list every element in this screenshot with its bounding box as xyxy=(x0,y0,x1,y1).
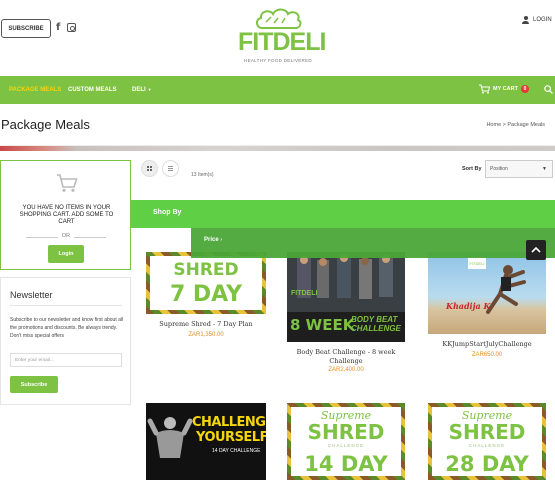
header-login-link[interactable]: LOGIN xyxy=(522,16,552,24)
shop-by-label: Shop By xyxy=(153,209,182,216)
image-text: SHRED xyxy=(307,420,385,444)
top-header: SUBSCRIBE f FITDELI HEALTHY FOOD DELIVER… xyxy=(0,0,555,76)
image-text: YOURSELF. xyxy=(196,430,266,445)
newsletter-title: Newsletter xyxy=(10,290,53,300)
grid-view-button[interactable] xyxy=(141,160,158,177)
or-divider: OR xyxy=(26,233,106,241)
svg-text:FITDELI: FITDELI xyxy=(470,261,485,266)
chevron-up-icon xyxy=(531,246,541,253)
product-image-kk-jumpstart[interactable]: FITDELI Khadija K xyxy=(428,252,546,334)
cart-label: MY CART xyxy=(493,86,518,92)
product-image-supreme-shred-14-day[interactable]: Supreme SHRED CHALLENGE 14 DAY xyxy=(287,403,405,480)
sort-by-select[interactable]: Position ▼ xyxy=(485,160,553,178)
collapse-shop-by-button[interactable] xyxy=(526,240,546,260)
nav-custom-meals[interactable]: CUSTOM MEALS xyxy=(68,87,117,93)
newsletter-subscribe-button[interactable]: Subscribe xyxy=(10,376,58,393)
cart-empty-message: YOU HAVE NO ITEMS IN YOUR SHOPPING CART.… xyxy=(19,205,114,225)
instagram-icon[interactable] xyxy=(67,23,76,32)
sidebar-login-button[interactable]: Login xyxy=(48,245,84,263)
image-text: 8 WEEK xyxy=(290,316,355,334)
image-text: 14 DAY CHALLENGE xyxy=(212,448,261,454)
image-text: CHALLENGE xyxy=(192,415,266,430)
page-title: Package Meals xyxy=(1,117,90,132)
image-text: Khadija K xyxy=(446,301,491,311)
image-text: 7 DAY xyxy=(169,282,243,307)
sidebar-cart-box: YOU HAVE NO ITEMS IN YOUR SHOPPING CART.… xyxy=(0,160,131,270)
newsletter-box: Newsletter Subscribe to our newsletter a… xyxy=(0,277,131,405)
subscribe-button[interactable]: SUBSCRIBE xyxy=(1,19,51,38)
banner-strip xyxy=(0,146,555,151)
shopping-cart-icon xyxy=(57,174,78,192)
user-icon xyxy=(522,16,529,24)
image-text: SHRED xyxy=(448,420,526,444)
header-login-label: LOGIN xyxy=(533,17,552,23)
newsletter-description: Subscribe to our newsletter and know fir… xyxy=(10,317,124,339)
list-icon xyxy=(168,166,173,171)
sort-selected-value: Position xyxy=(490,166,508,172)
sort-by-label: Sort By xyxy=(462,166,482,172)
list-view-button[interactable] xyxy=(162,160,179,177)
shop-by-panel[interactable] xyxy=(131,200,555,228)
product-name[interactable]: Body Beat Challenge - 8 week Challenge xyxy=(284,348,408,366)
product-price: ZAR650.00 xyxy=(471,352,503,358)
chef-hat-icon xyxy=(256,8,302,30)
image-text: 28 DAY xyxy=(445,452,529,476)
product-image-supreme-shred-28-day[interactable]: Supreme SHRED CHALLENGE 28 DAY xyxy=(428,403,546,480)
product-image-body-beat-challenge[interactable]: FITDELI 8 WEEK BODY BEAT CHALLENGE xyxy=(287,252,405,342)
logo-wordmark: FITDELI xyxy=(238,28,326,56)
facebook-icon[interactable]: f xyxy=(56,22,60,33)
divider xyxy=(10,305,122,306)
main-nav: PACKAGE MEALS CUSTOM MEALS DELI ▼ MY CART… xyxy=(0,76,555,104)
breadcrumb[interactable]: Home > Package Meals xyxy=(486,122,545,128)
grid-icon xyxy=(147,166,152,171)
image-text: BODY BEAT CHALLENGE xyxy=(351,315,401,333)
product-image-challenge-yourself[interactable]: CHALLENGE YOURSELF. 14 DAY CHALLENGE xyxy=(146,403,266,480)
nav-package-meals[interactable]: PACKAGE MEALS xyxy=(9,87,61,93)
product-name[interactable]: Supreme Shred - 7 Day Plan xyxy=(146,320,266,329)
product-image-supreme-shred-7-day[interactable]: SHRED 7 DAY xyxy=(146,252,266,314)
chevron-down-icon: ▼ xyxy=(542,166,547,172)
image-text: CHALLENGE xyxy=(327,443,365,448)
image-text: CHALLENGE xyxy=(468,443,506,448)
product-price: ZAR1,350.00 xyxy=(188,332,224,338)
product-price: ZAR2,400.00 xyxy=(328,367,364,373)
nav-deli[interactable]: DELI ▼ xyxy=(132,87,152,93)
chevron-down-icon: ▼ xyxy=(147,87,152,92)
image-text: SHRED xyxy=(173,260,239,280)
runner-photo: FITDELI xyxy=(468,257,526,314)
image-text: 14 DAY xyxy=(304,452,388,476)
email-field[interactable]: Enter your email... xyxy=(10,353,122,367)
or-text: OR xyxy=(58,233,74,239)
cart-icon xyxy=(479,84,490,94)
fitdeli-logo[interactable]: FITDELI HEALTHY FOOD DELIVERED xyxy=(238,6,326,68)
search-icon[interactable] xyxy=(544,85,553,94)
price-filter-label: Price › xyxy=(204,237,223,243)
cart-count-badge: 0 xyxy=(520,85,529,93)
my-cart-button[interactable]: MY CART 0 xyxy=(479,84,529,94)
items-count: 13 Item(s) xyxy=(191,172,214,178)
logo-tagline: HEALTHY FOOD DELIVERED xyxy=(244,58,312,63)
product-name[interactable]: KKJumpStartJulyChallenge xyxy=(428,340,546,349)
nav-deli-label: DELI xyxy=(132,87,146,93)
price-filter[interactable] xyxy=(191,228,555,258)
fitdeli-mini-logo: FITDELI xyxy=(291,290,318,297)
